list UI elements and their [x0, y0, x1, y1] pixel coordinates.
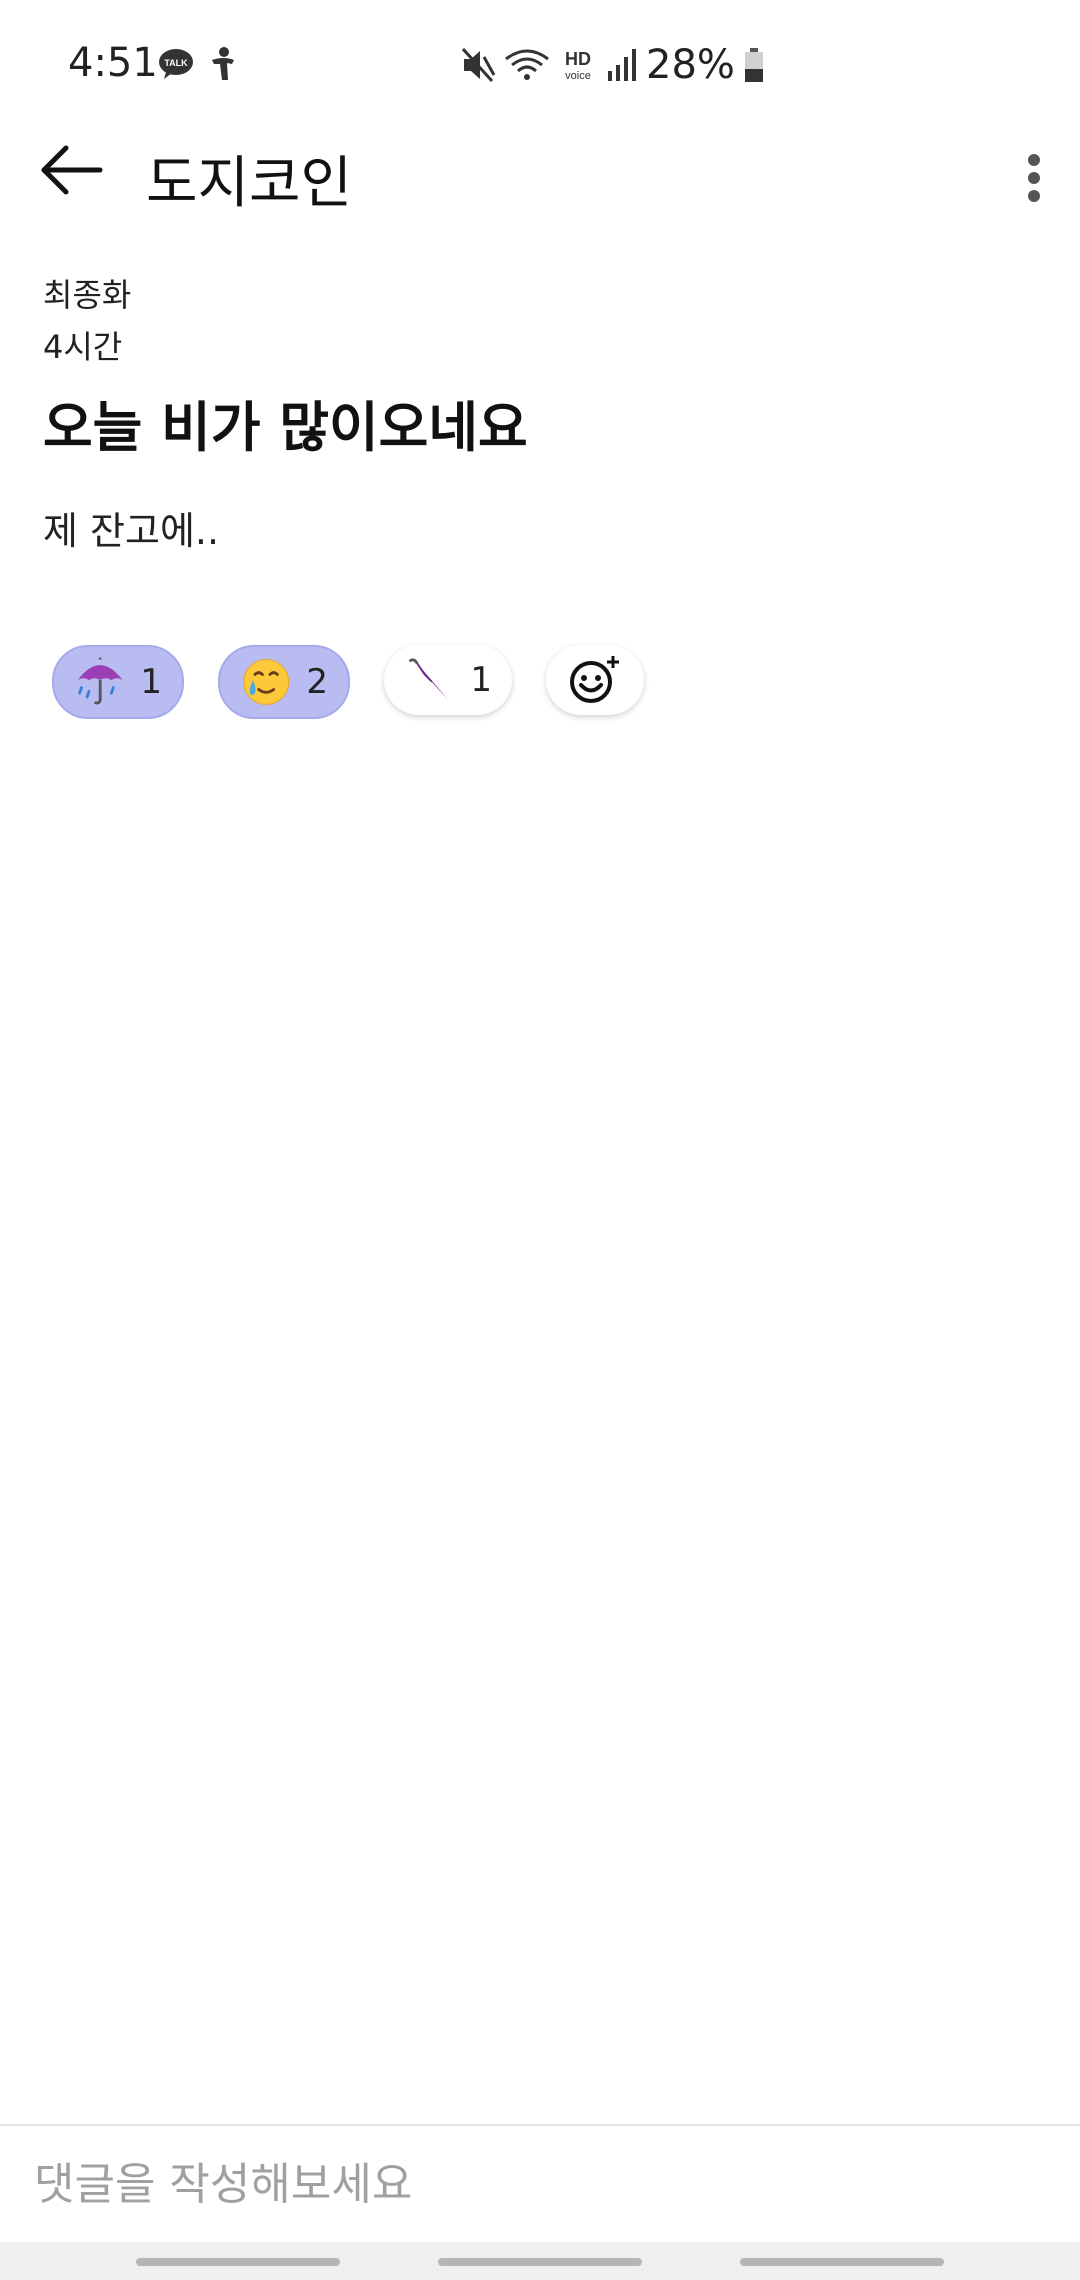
- reaction-bar: 1 2 1: [52, 645, 644, 719]
- post-title: 오늘 비가 많이오네요: [43, 396, 528, 459]
- kakaotalk-icon: TALK: [159, 49, 193, 79]
- battery-percent: 28%: [646, 42, 735, 88]
- reaction-umbrella-rain[interactable]: 1: [52, 645, 184, 719]
- comment-bar: [0, 2124, 1080, 2244]
- post-author[interactable]: 최종화: [43, 270, 131, 316]
- post-body: 제 잔고에..: [43, 509, 220, 553]
- battery-icon: [744, 48, 763, 82]
- svg-text:HD: HD: [565, 49, 591, 69]
- reaction-closed-umbrella[interactable]: 1: [384, 645, 512, 715]
- umbrella-with-rain-icon: [77, 657, 123, 705]
- system-nav-bar: [0, 2242, 1080, 2280]
- reaction-count: 2: [306, 662, 328, 702]
- comment-input[interactable]: [32, 2146, 1036, 2222]
- more-vertical-icon[interactable]: [1012, 148, 1056, 208]
- crying-smile-face-icon: [243, 659, 290, 705]
- back-arrow-icon[interactable]: [38, 140, 108, 200]
- svg-text:voice: voice: [565, 70, 591, 82]
- nav-recents-handle[interactable]: [136, 2258, 340, 2266]
- reaction-count: 1: [470, 660, 492, 700]
- add-emoji-icon: [570, 656, 619, 703]
- reaction-count: 1: [140, 662, 162, 702]
- add-reaction-button[interactable]: [546, 645, 644, 715]
- page-title: 도지코인: [146, 151, 353, 216]
- nav-home-handle[interactable]: [438, 2258, 642, 2266]
- closed-umbrella-icon: [408, 658, 449, 701]
- nav-back-handle[interactable]: [740, 2258, 944, 2266]
- hd-voice-icon: HD voice: [565, 49, 591, 82]
- svg-text:TALK: TALK: [164, 58, 188, 68]
- mute-icon: [462, 47, 496, 83]
- signal-icon: [608, 49, 636, 81]
- post-time: 4시간: [43, 328, 123, 366]
- status-icons: HD voice 28%: [462, 40, 765, 90]
- wifi-icon: [505, 49, 549, 80]
- status-bar: 4:51 TALK HD voice 28%: [0, 0, 1080, 130]
- accessibility-icon: [212, 47, 234, 80]
- reaction-crying-smile[interactable]: 2: [218, 645, 350, 719]
- status-time: 4:51: [68, 40, 158, 86]
- app-header: 도지코인: [0, 130, 1080, 240]
